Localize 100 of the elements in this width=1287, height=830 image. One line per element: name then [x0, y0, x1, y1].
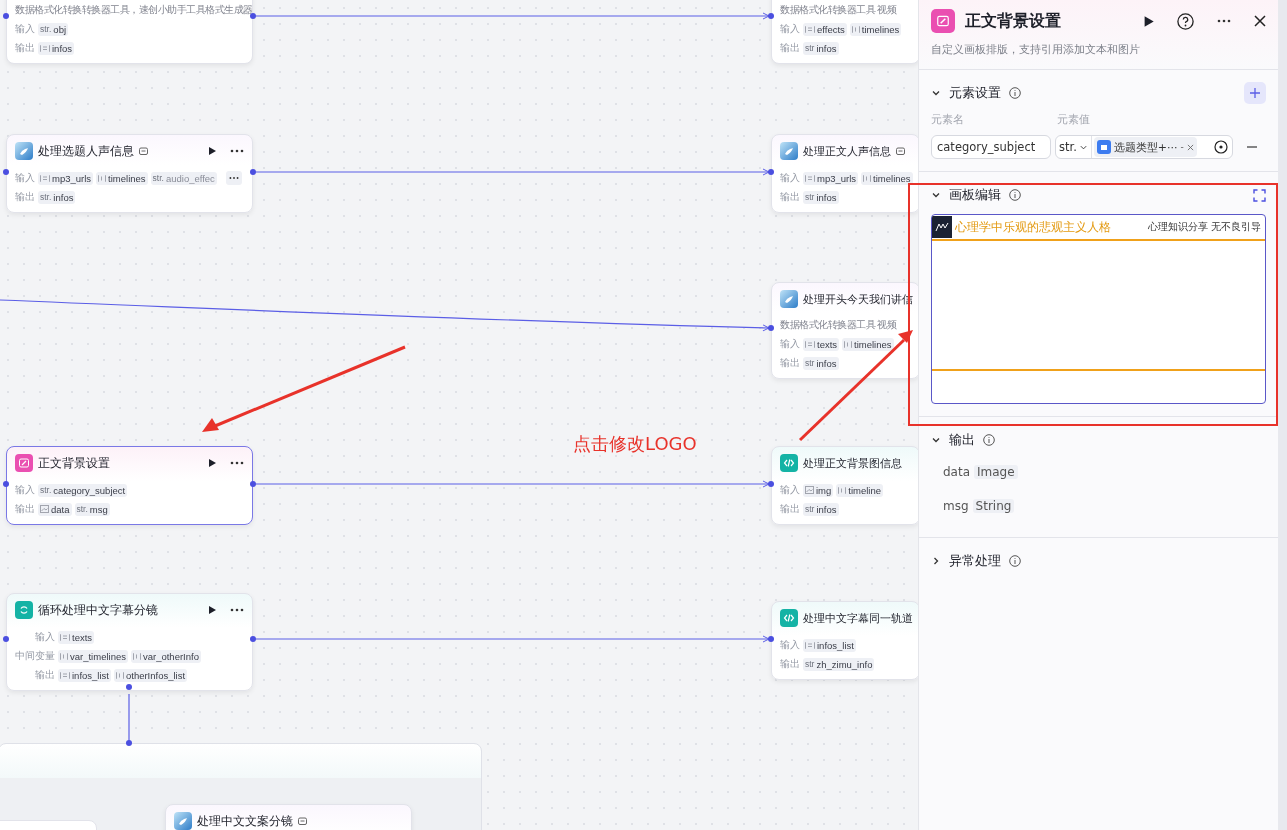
port-label: 中间变量 [15, 649, 55, 663]
node-description: 数据格式化转换器工具 视频 [780, 318, 897, 332]
help-icon[interactable] [1177, 12, 1194, 30]
workflow-node[interactable]: 正文背景设置 输入 str. category_subject 输出 data str. msg [6, 446, 253, 525]
panel-description: 自定义画板排版，支持引用添加文本和图片 [931, 42, 1141, 58]
workflow-node[interactable]: 处理中文字幕同一轨道 输入 infos_list 输出 str zh_zimu_info [771, 601, 918, 680]
list-icon [844, 340, 853, 348]
section-title: 画板编辑 [949, 186, 1001, 204]
port-dot[interactable] [768, 481, 774, 487]
port-dot[interactable] [3, 636, 9, 642]
list-icon [132, 652, 141, 660]
workflow-node[interactable]: 处理选题人声信息 输入 mp3_urls timelines str. audio_effec 输出 str. infos [6, 134, 253, 213]
info-icon[interactable] [1009, 555, 1021, 567]
variable-tag: var_otherInfo [130, 649, 201, 663]
port-dot[interactable] [3, 481, 9, 487]
object-list-icon [40, 174, 50, 182]
port-dot[interactable] [250, 13, 256, 19]
object-list-icon [40, 44, 50, 52]
variable-tag: str. audio_effec [150, 171, 217, 185]
board-headline: 心理学中乐观的悲观主义人格 [955, 218, 1112, 236]
image-icon [40, 505, 49, 513]
logo-icon[interactable] [932, 216, 952, 238]
port-dot[interactable] [3, 169, 9, 175]
more-icon[interactable] [228, 176, 239, 180]
chevron-icon[interactable] [931, 190, 941, 200]
workflow-node[interactable]: 处理中文文案分镜 [165, 804, 412, 830]
remove-button[interactable] [1247, 145, 1257, 149]
port-dot[interactable] [126, 740, 132, 746]
run-button[interactable] [207, 605, 217, 615]
chevron-icon[interactable] [931, 88, 941, 98]
workflow-node[interactable]: 处理正文背景图信息 输入 img timeline 输出 str infos [771, 446, 918, 525]
more-button[interactable] [1216, 19, 1232, 23]
section-title: 异常处理 [949, 552, 1001, 570]
run-button[interactable] [207, 146, 217, 156]
more-button[interactable] [230, 608, 244, 612]
port-dot[interactable] [126, 684, 132, 690]
workflow-node[interactable]: 处理正文人声信息 输入 mp3_urls timelines 输出 str infos [771, 134, 918, 213]
variable-tag: str zh_zimu_info [803, 657, 875, 671]
variable-tag: str infos [803, 502, 839, 516]
expand-icon[interactable] [1253, 188, 1266, 202]
port-label: 输入 [15, 171, 35, 185]
variable-tag: mp3_urls [38, 171, 94, 185]
port-dot[interactable] [768, 13, 774, 19]
object-list-icon [805, 340, 815, 348]
port-dot[interactable] [250, 481, 256, 487]
reference-tag[interactable]: 选题类型+··· - [1093, 137, 1197, 157]
type-select[interactable]: str. [1056, 136, 1092, 158]
pencil-icon [931, 9, 955, 33]
object-list-icon [60, 671, 70, 679]
output-type: String [972, 499, 1015, 513]
more-button[interactable] [230, 149, 244, 153]
port-label: 输入 [15, 483, 35, 497]
port-dot[interactable] [3, 13, 9, 19]
port-label: 输入 [780, 171, 800, 185]
name-field[interactable]: category_subject [931, 135, 1051, 159]
target-icon[interactable] [1214, 140, 1228, 154]
info-icon[interactable] [1009, 189, 1021, 201]
annotation-text: 点击修改LOGO [573, 432, 697, 456]
chevron-icon[interactable] [931, 556, 941, 566]
node-title: 处理中文字幕同一轨道 [803, 610, 913, 626]
node-title: 处理正文人声信息 [803, 143, 891, 159]
run-button[interactable] [207, 458, 217, 468]
variable-tag: str. msg [74, 502, 110, 516]
variable-tag: timelines [96, 171, 148, 185]
port-dot[interactable] [250, 169, 256, 175]
section-title: 输出 [949, 431, 975, 449]
node-title: 处理正文背景图信息 [803, 455, 902, 471]
more-button[interactable] [230, 461, 244, 465]
chevron-icon[interactable] [931, 435, 941, 445]
port-label: 输出 [15, 190, 35, 204]
workflow-node[interactable]: 数据格式化转换器工具 视频 输入 effects timelines 输出 str infos [771, 0, 918, 64]
variable-tag: data [38, 502, 72, 516]
port-dot[interactable] [768, 169, 774, 175]
workflow-node[interactable]: 循环处理中文字幕分镜 输入 texts 中间变量 var_timelines var_otherInfo 输出 infos_list otherInfos_list [6, 593, 253, 691]
add-button[interactable] [1244, 82, 1266, 104]
port-label: 输入 [780, 638, 800, 652]
workflow-node[interactable]: 数据格式化转换转换器工具，速创小助手工具格式生成器 输入 str. obj 输出 infos [6, 0, 253, 64]
variable-tag: img [803, 483, 834, 497]
variable-tag: str infos [803, 41, 839, 55]
plus-icon[interactable] [1250, 88, 1260, 98]
value-field[interactable]: str. 选题类型+··· - [1055, 135, 1233, 159]
variable-tag: effects [803, 22, 847, 36]
section-title: 元素设置 [949, 84, 1001, 102]
node-title: 处理中文文案分镜 [197, 812, 293, 830]
variable-tag: str infos [803, 356, 839, 370]
variable-tag: var_timelines [58, 649, 128, 663]
close-icon[interactable] [1254, 15, 1266, 27]
node-description: 数据格式化转换器工具 视频 [780, 3, 897, 17]
port-label: 输出 [780, 502, 800, 516]
list-icon [838, 486, 847, 494]
board-tagline: 心理知识分享 无不良引导 [1147, 220, 1262, 234]
port-dot[interactable] [768, 636, 774, 642]
info-icon[interactable] [1009, 87, 1021, 99]
run-button[interactable] [1142, 14, 1155, 28]
output-name: data [943, 465, 971, 479]
info-icon[interactable] [983, 434, 995, 446]
port-dot[interactable] [768, 325, 774, 331]
port-dot[interactable] [250, 636, 256, 642]
variable-tag: infos_list [58, 668, 111, 682]
board-preview[interactable]: 心理学中乐观的悲观主义人格 心理知识分享 无不良引导 [931, 214, 1266, 404]
